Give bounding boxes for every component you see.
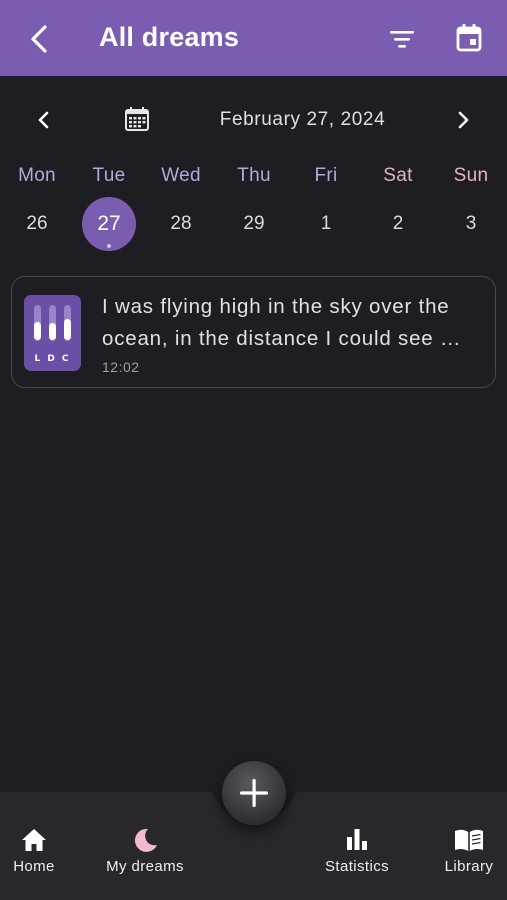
- day-thu[interactable]: Thu 29: [218, 160, 290, 256]
- day-sat[interactable]: Sat 2: [362, 160, 434, 256]
- nav-label: Statistics: [324, 858, 389, 875]
- day-number: 26: [26, 213, 48, 234]
- home-icon: [22, 829, 46, 851]
- nav-label: Library: [444, 858, 494, 875]
- back-button[interactable]: [26, 24, 54, 54]
- plus-icon: [240, 779, 268, 807]
- day-name: Mon: [18, 165, 56, 186]
- book-icon: [455, 829, 483, 851]
- day-number: 28: [170, 213, 192, 234]
- dream-preview-text: I was flying high in the sky over the oc…: [102, 291, 490, 355]
- day-number: 1: [320, 213, 332, 234]
- day-number: 29: [243, 213, 265, 234]
- calendar-grid-icon: [125, 107, 149, 131]
- app-header: All dreams: [0, 0, 507, 76]
- nav-label: My dreams: [106, 858, 184, 875]
- filter-icon: [390, 31, 414, 48]
- chevron-left-icon: [38, 111, 49, 129]
- day-number: 2: [392, 213, 404, 234]
- page-title: All dreams: [99, 22, 240, 52]
- nav-my-dreams[interactable]: My dreams: [98, 826, 192, 878]
- bar-chart-icon: [347, 829, 367, 850]
- previous-week-button[interactable]: [34, 108, 54, 132]
- day-name: Sun: [453, 165, 489, 186]
- filter-button[interactable]: [388, 26, 416, 52]
- day-name: Sat: [383, 165, 413, 186]
- day-wed[interactable]: Wed 28: [145, 160, 217, 256]
- dream-entry-card[interactable]: L D C I was flying high in the sky over …: [11, 276, 496, 388]
- day-sun[interactable]: Sun 3: [435, 160, 507, 256]
- day-number: 3: [465, 213, 477, 234]
- day-tue-selected[interactable]: Tue 27: [73, 160, 145, 256]
- calendar-button[interactable]: [455, 23, 483, 53]
- icon-letters: L D C: [34, 354, 70, 364]
- chevron-right-icon: [458, 111, 469, 129]
- add-dream-button[interactable]: [222, 761, 286, 825]
- entry-indicator-dot: [107, 244, 111, 248]
- day-number: 27: [82, 197, 136, 251]
- dream-time: 12:02: [102, 359, 140, 375]
- nav-library[interactable]: Library: [438, 826, 500, 878]
- dream-text-line: I was flying high in the sky over the: [102, 295, 450, 318]
- current-date-label: February 27, 2024: [219, 109, 386, 130]
- day-name: Fri: [314, 165, 338, 186]
- day-name: Thu: [237, 165, 271, 186]
- date-picker-button[interactable]: [124, 106, 150, 132]
- calendar-icon: [456, 24, 482, 52]
- chevron-left-icon: [31, 25, 47, 53]
- nav-statistics[interactable]: Statistics: [316, 826, 398, 878]
- date-navigator: February 27, 2024: [0, 100, 507, 140]
- day-fri[interactable]: Fri 1: [290, 160, 362, 256]
- moon-icon: [134, 828, 157, 852]
- day-name: Wed: [161, 165, 201, 186]
- day-mon[interactable]: Mon 26: [1, 160, 73, 256]
- day-name: Tue: [92, 165, 126, 186]
- nav-label: Home: [13, 858, 55, 875]
- ldc-app-icon: L D C: [24, 295, 81, 371]
- next-week-button[interactable]: [453, 108, 473, 132]
- dream-text-line: ocean, in the distance I could see …: [102, 327, 462, 350]
- week-strip: Mon 26 Tue 27 Wed 28 Thu 29 Fri 1 Sat 2 …: [0, 160, 507, 260]
- nav-home[interactable]: Home: [5, 826, 63, 878]
